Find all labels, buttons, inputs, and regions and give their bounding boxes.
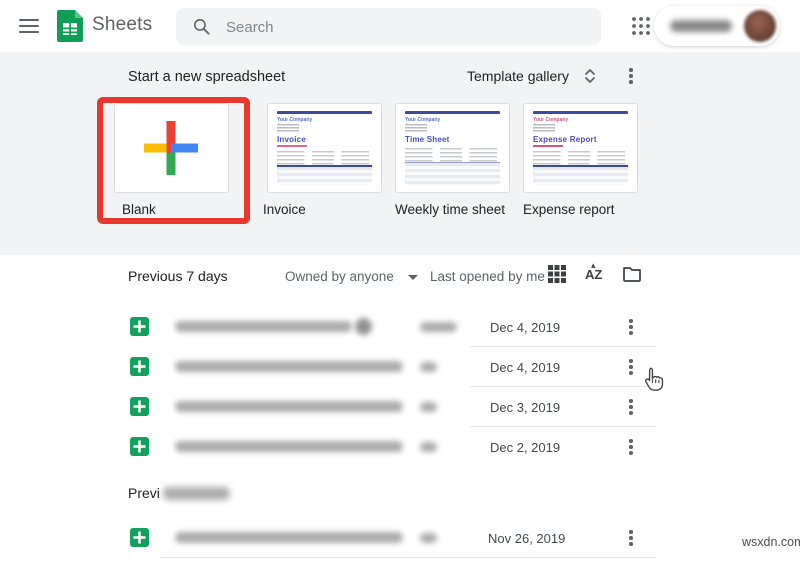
last-opened-date: Dec 4, 2019: [490, 360, 561, 375]
top-app-bar: Sheets: [0, 0, 800, 52]
thumb-top-rule: [405, 111, 500, 114]
folder-icon[interactable]: [622, 264, 642, 284]
template-card-blank[interactable]: [114, 103, 229, 193]
sheets-logo-icon[interactable]: [57, 10, 83, 42]
search-icon: [193, 18, 210, 35]
file-row-2[interactable]: Dec 4, 2019: [0, 347, 800, 387]
account-name-blurred: [670, 20, 732, 32]
template-band-title: Start a new spreadsheet: [128, 69, 286, 85]
file-row-4[interactable]: Dec 2, 2019: [0, 427, 800, 467]
row-more-options-icon[interactable]: [624, 358, 638, 376]
account-avatar[interactable]: [744, 10, 776, 42]
thumb-address-lines: [533, 124, 555, 132]
section-heading-previous-7-days: Previous 7 days: [128, 268, 228, 284]
owner-blurred: [420, 402, 437, 412]
thumb-company-text: Your Company: [405, 117, 441, 123]
file-title-blurred: [175, 321, 352, 332]
sheet-file-icon: [130, 528, 149, 547]
sort-az-icon[interactable]: AZ ▴: [585, 260, 605, 287]
template-gallery-button[interactable]: Template gallery: [467, 67, 597, 85]
file-row-1[interactable]: Dec 4, 2019: [0, 307, 800, 347]
file-row-3[interactable]: Dec 3, 2019: [0, 387, 800, 427]
thumb-table: [533, 165, 628, 185]
owned-by-filter-label: Owned by anyone: [285, 269, 394, 284]
last-opened-date: Dec 3, 2019: [490, 400, 561, 415]
owner-blurred: [420, 322, 457, 332]
template-gallery-label: Template gallery: [467, 68, 569, 84]
search-bar[interactable]: [176, 8, 601, 47]
thumb-address-lines: [277, 124, 299, 132]
thumb-pink-subline: [533, 145, 563, 147]
search-input[interactable]: [224, 8, 588, 47]
template-card-invoice[interactable]: Your Company Invoice: [267, 103, 382, 193]
thumb-company-text: Your Company: [533, 117, 569, 123]
unfold-more-icon: [585, 69, 595, 83]
owner-blurred: [420, 533, 437, 543]
file-title-blurred: [175, 532, 403, 543]
sheets-home-screen: Sheets Start a new spreadsheet Template …: [0, 0, 800, 567]
thumb-top-rule: [277, 111, 372, 114]
row-more-options-icon[interactable]: [624, 398, 638, 416]
thumb-table: [277, 165, 372, 185]
section-heading-previous-30-days: Previ: [128, 485, 160, 501]
sheet-file-icon: [130, 397, 149, 416]
file-title-blurred: [175, 401, 403, 412]
row-more-options-icon[interactable]: [624, 438, 638, 456]
row-more-options-icon[interactable]: [624, 318, 638, 336]
template-band: Start a new spreadsheet Template gallery…: [0, 52, 800, 255]
last-opened-sort-label[interactable]: Last opened by me: [430, 269, 545, 284]
thumb-heading: Invoice: [277, 135, 306, 144]
thumb-company-text: Your Company: [277, 117, 313, 123]
grid-view-icon[interactable]: [547, 264, 567, 284]
last-opened-date: Nov 26, 2019: [488, 531, 566, 546]
template-label-invoice[interactable]: Invoice: [263, 202, 306, 217]
thumb-address-lines: [405, 124, 427, 132]
template-label-weekly-time-sheet[interactable]: Weekly time sheet: [395, 202, 505, 217]
google-apps-grid-icon[interactable]: [631, 16, 651, 36]
owner-blurred: [420, 442, 437, 452]
file-title-blurred: [175, 361, 403, 372]
row-more-options-icon[interactable]: [624, 529, 638, 547]
sheet-file-icon: [130, 357, 149, 376]
file-row-5[interactable]: Nov 26, 2019: [0, 518, 800, 558]
owner-blurred: [420, 362, 437, 372]
thumb-red-subline: [277, 145, 307, 147]
watermark-text: wsxdn.com: [742, 535, 800, 549]
last-opened-date: Dec 4, 2019: [490, 320, 561, 335]
thumb-table: [405, 162, 500, 185]
new-blank-plus-icon: [144, 121, 198, 175]
account-chip[interactable]: [654, 6, 780, 46]
main-menu-icon[interactable]: [17, 15, 41, 37]
shared-people-icon-blurred: [355, 318, 372, 335]
dropdown-arrow-icon: [407, 274, 418, 280]
app-title[interactable]: Sheets: [92, 14, 152, 36]
sheet-file-icon: [130, 437, 149, 456]
template-card-expense-report[interactable]: Your Company Expense Report: [523, 103, 638, 193]
section-heading-blurred-part: [163, 487, 230, 500]
template-band-more-options-icon[interactable]: [624, 67, 638, 85]
template-label-blank[interactable]: Blank: [122, 202, 156, 217]
thumb-top-rule: [533, 111, 628, 114]
last-opened-date: Dec 2, 2019: [490, 440, 561, 455]
sheet-file-icon: [130, 317, 149, 336]
thumb-heading: Expense Report: [533, 135, 597, 144]
thumb-heading: Time Sheet: [405, 135, 450, 144]
file-title-blurred: [175, 441, 403, 452]
template-label-expense-report[interactable]: Expense report: [523, 202, 615, 217]
owned-by-filter-dropdown[interactable]: Owned by anyone: [285, 269, 418, 284]
row-divider: [160, 557, 656, 558]
template-card-weekly-time-sheet[interactable]: Your Company Time Sheet: [395, 103, 510, 193]
